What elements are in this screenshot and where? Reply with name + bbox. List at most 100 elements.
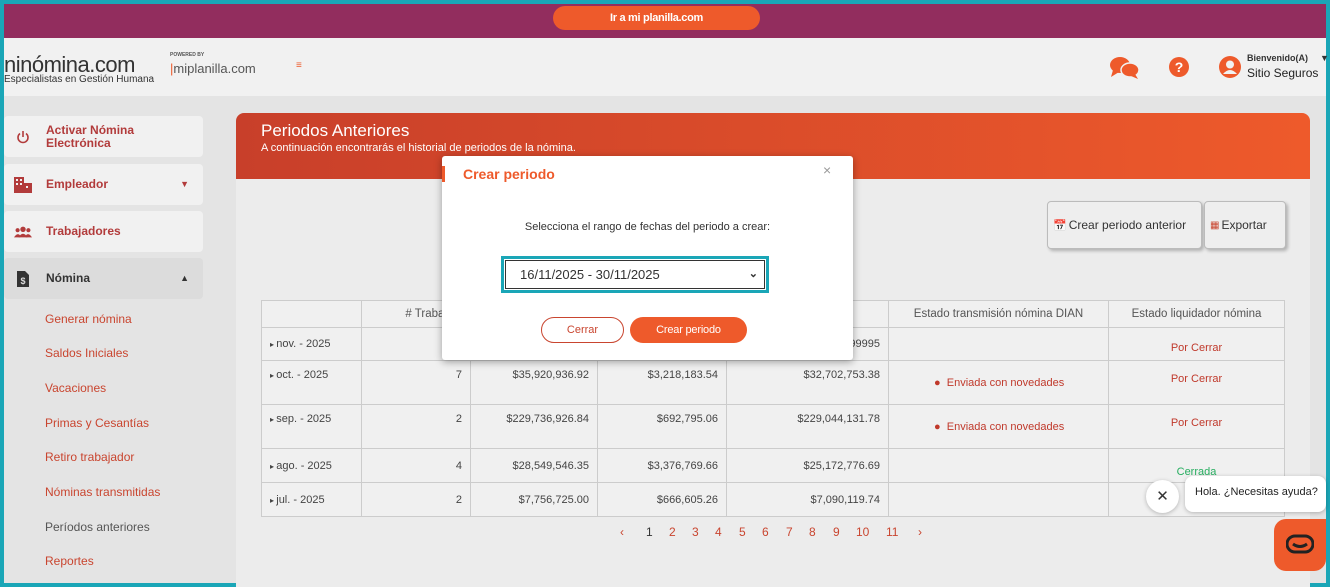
sidebar-item-label: Activar Nómina Electrónica bbox=[46, 123, 135, 150]
pagination-page-9[interactable]: 9 bbox=[833, 525, 840, 539]
chat-bubbles-icon[interactable] bbox=[1109, 56, 1141, 80]
sidebar-item-activar-nomina[interactable]: Activar Nómina Electrónica bbox=[4, 116, 203, 157]
sidebar-subitem-reportes[interactable]: Reportes bbox=[45, 554, 94, 568]
go-to-miplanilla-button[interactable]: Ir a mi planilla.com bbox=[553, 6, 760, 30]
amount-cell: $3,218,183.54 bbox=[597, 360, 727, 405]
dian-status-label: Enviada con novedades bbox=[946, 420, 1065, 433]
date-range-select[interactable]: 16/11/2025 - 30/11/2025 ⌄ bbox=[501, 256, 769, 293]
modal-accent-bar bbox=[442, 166, 445, 182]
create-previous-period-button[interactable]: 📅 Crear periodo anterior bbox=[1047, 201, 1202, 249]
document-dollar-icon: $ bbox=[14, 270, 32, 288]
dian-status-cell bbox=[888, 448, 1109, 483]
chevron-down-icon[interactable]: ▼ bbox=[1320, 53, 1329, 63]
pagination-page-6[interactable]: 6 bbox=[762, 525, 769, 539]
miplanilla-logo[interactable]: |miplanilla.com bbox=[170, 61, 256, 76]
close-icon[interactable]: × bbox=[823, 162, 831, 178]
date-range-value[interactable]: 16/11/2025 - 30/11/2025 ⌄ bbox=[505, 260, 765, 289]
amount-cell: $7,090,119.74 bbox=[726, 482, 889, 517]
help-icon[interactable]: ? bbox=[1169, 57, 1189, 77]
status-dot-icon: ● bbox=[934, 376, 947, 389]
amount-cell: $28,549,546.35 bbox=[470, 448, 598, 483]
table-row[interactable]: ▸ jul. - 2025 2 $7,756,725.00 $666,605.2… bbox=[261, 482, 1285, 517]
sidebar-item-empleador[interactable]: Empleador ▼ bbox=[4, 164, 203, 205]
amount-cell: $666,605.26 bbox=[597, 482, 727, 517]
dian-status-cell bbox=[888, 482, 1109, 517]
close-chat-icon[interactable]: ✕ bbox=[1146, 480, 1179, 513]
pagination-page-2[interactable]: 2 bbox=[669, 525, 676, 539]
dian-status-label: Enviada con novedades bbox=[946, 376, 1065, 389]
create-period-button[interactable]: Crear periodo bbox=[630, 317, 747, 343]
top-bar: Ir a mi planilla.com bbox=[4, 4, 1326, 38]
status-cell: Por Cerrar bbox=[1108, 404, 1285, 449]
pagination-page-7[interactable]: 7 bbox=[786, 525, 793, 539]
period-cell[interactable]: ▸ nov. - 2025 bbox=[261, 327, 362, 361]
amount-cell: $7,756,725.00 bbox=[470, 482, 598, 517]
sidebar-subitem-vacaciones[interactable]: Vacaciones bbox=[45, 381, 106, 395]
pagination-page-8[interactable]: 8 bbox=[809, 525, 816, 539]
page-title: Periodos Anteriores bbox=[261, 121, 410, 140]
sidebar-item-label: Empleador bbox=[46, 177, 109, 191]
period-label: nov. - 2025 bbox=[276, 338, 331, 350]
pagination-page-3[interactable]: 3 bbox=[692, 525, 699, 539]
export-button[interactable]: ▦ Exportar bbox=[1204, 201, 1286, 249]
sidebar-subitem-retiro-trabajador[interactable]: Retiro trabajador bbox=[45, 450, 134, 464]
calendar-icon: 📅 bbox=[1053, 219, 1067, 232]
table-row[interactable]: ▸ oct. - 2025 7 $35,920,936.92 $3,218,18… bbox=[261, 360, 1285, 405]
period-cell[interactable]: ▸ sep. - 2025 bbox=[261, 404, 362, 449]
workers-cell: 2 bbox=[361, 404, 471, 449]
table-row[interactable]: ▸ sep. - 2025 2 $229,736,926.84 $692,795… bbox=[261, 404, 1285, 449]
hamburger-icon[interactable]: ≡ bbox=[296, 60, 302, 71]
sidebar-subitem-saldos-iniciales[interactable]: Saldos Iniciales bbox=[45, 346, 128, 360]
user-name[interactable]: Sitio Seguros bbox=[1247, 66, 1318, 80]
page-subtitle: A continuación encontrarás el historial … bbox=[261, 142, 576, 154]
powered-by-label: POWERED BY bbox=[170, 52, 205, 58]
pagination-page-1[interactable]: 1 bbox=[646, 525, 653, 539]
user-avatar-icon[interactable] bbox=[1219, 56, 1241, 78]
miplanilla-text: miplanilla.com bbox=[173, 61, 256, 76]
sidebar-subitem-primas-cesantias[interactable]: Primas y Cesantías bbox=[45, 416, 149, 430]
period-label: jul. - 2025 bbox=[276, 493, 325, 506]
sidebar-subitem-generar-nomina[interactable]: Generar nómina bbox=[45, 312, 132, 326]
create-period-modal: Crear periodo × Selecciona el rango de f… bbox=[442, 156, 853, 360]
svg-text:?: ? bbox=[1175, 59, 1184, 75]
close-modal-button[interactable]: Cerrar bbox=[541, 317, 624, 343]
amount-cell: $3,376,769.66 bbox=[597, 448, 727, 483]
logo-tagline: Especialistas en Gestión Humana bbox=[4, 74, 155, 85]
workers-cell: 2 bbox=[361, 482, 471, 517]
period-cell[interactable]: ▸ jul. - 2025 bbox=[261, 482, 362, 517]
period-label: sep. - 2025 bbox=[276, 413, 332, 425]
sidebar-item-label: Trabajadores bbox=[46, 224, 121, 238]
spreadsheet-icon: ▦ bbox=[1210, 219, 1220, 231]
dian-status-cell bbox=[888, 327, 1109, 361]
amount-cell: $35,920,936.92 bbox=[470, 360, 598, 405]
column-header bbox=[261, 300, 362, 328]
pagination-prev[interactable]: ‹ bbox=[620, 525, 624, 539]
pagination-page-10[interactable]: 10 bbox=[856, 525, 869, 539]
amount-cell: $229,044,131.78 bbox=[726, 404, 889, 449]
modal-title: Crear periodo bbox=[463, 166, 555, 182]
chat-launcher-button[interactable] bbox=[1274, 519, 1326, 571]
workers-cell: 7 bbox=[361, 360, 471, 405]
sidebar-item-trabajadores[interactable]: Trabajadores bbox=[4, 211, 203, 252]
pagination-page-11[interactable]: 11 bbox=[886, 525, 898, 539]
chat-greeting-bubble[interactable]: Hola. ¿Necesitas ayuda? bbox=[1185, 476, 1326, 512]
chevron-down-icon: ⌄ bbox=[748, 268, 758, 280]
chevron-up-icon: ▲ bbox=[180, 273, 189, 283]
status-cell: Por Cerrar bbox=[1108, 327, 1285, 361]
amount-cell: $229,736,926.84 bbox=[470, 404, 598, 449]
column-header: Estado liquidador nómina bbox=[1108, 300, 1285, 328]
period-label: oct. - 2025 bbox=[276, 369, 329, 381]
pagination-page-5[interactable]: 5 bbox=[739, 525, 746, 539]
sidebar-item-nomina[interactable]: $ Nómina ▲ bbox=[4, 258, 203, 299]
sidebar-subitem-periodos-anteriores[interactable]: Períodos anteriores bbox=[45, 520, 150, 534]
header: ninómina.com Especialistas en Gestión Hu… bbox=[4, 38, 1329, 96]
create-previous-period-label: Crear periodo anterior bbox=[1068, 218, 1187, 232]
table-row[interactable]: ▸ ago. - 2025 4 $28,549,546.35 $3,376,76… bbox=[261, 448, 1285, 483]
chevron-down-icon: ▼ bbox=[180, 179, 189, 189]
dian-status-cell: ● Enviada con novedades bbox=[888, 404, 1109, 449]
period-cell[interactable]: ▸ ago. - 2025 bbox=[261, 448, 362, 483]
period-cell[interactable]: ▸ oct. - 2025 bbox=[261, 360, 362, 405]
pagination-next[interactable]: › bbox=[918, 525, 922, 539]
pagination-page-4[interactable]: 4 bbox=[715, 525, 722, 539]
sidebar-subitem-nominas-transmitidas[interactable]: Nóminas transmitidas bbox=[45, 485, 160, 499]
